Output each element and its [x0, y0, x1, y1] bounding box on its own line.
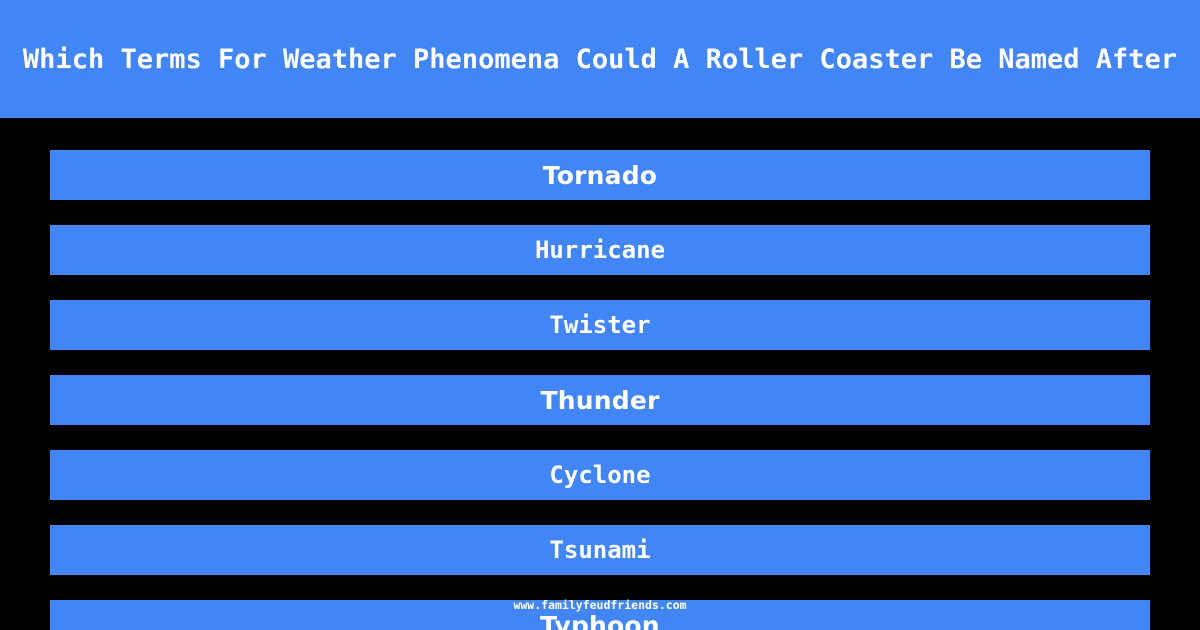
answer-label: Tornado: [542, 160, 658, 190]
answer-row[interactable]: Typhoon: [50, 600, 1150, 630]
answers-list: Tornado Hurricane Twister Thunder Cyclone Tsu…: [0, 0, 1200, 630]
answer-row[interactable]: Twister: [50, 300, 1150, 350]
answer-row[interactable]: Thunder: [50, 375, 1150, 425]
answer-row[interactable]: Hurricane: [50, 225, 1150, 275]
answer-row[interactable]: Cyclone: [50, 450, 1150, 500]
question-card: Which Terms For Weather Phenomena Could …: [0, 0, 1200, 630]
answer-label: Twister: [549, 311, 651, 339]
answer-label: Typhoon: [540, 610, 660, 630]
answer-row[interactable]: Tsunami: [50, 525, 1150, 575]
answer-label: Hurricane: [534, 236, 666, 264]
answer-row[interactable]: Tornado: [50, 150, 1150, 200]
answer-label: Tsunami: [549, 536, 651, 564]
answer-label: Thunder: [540, 385, 660, 415]
answer-label: Cyclone: [549, 461, 651, 489]
